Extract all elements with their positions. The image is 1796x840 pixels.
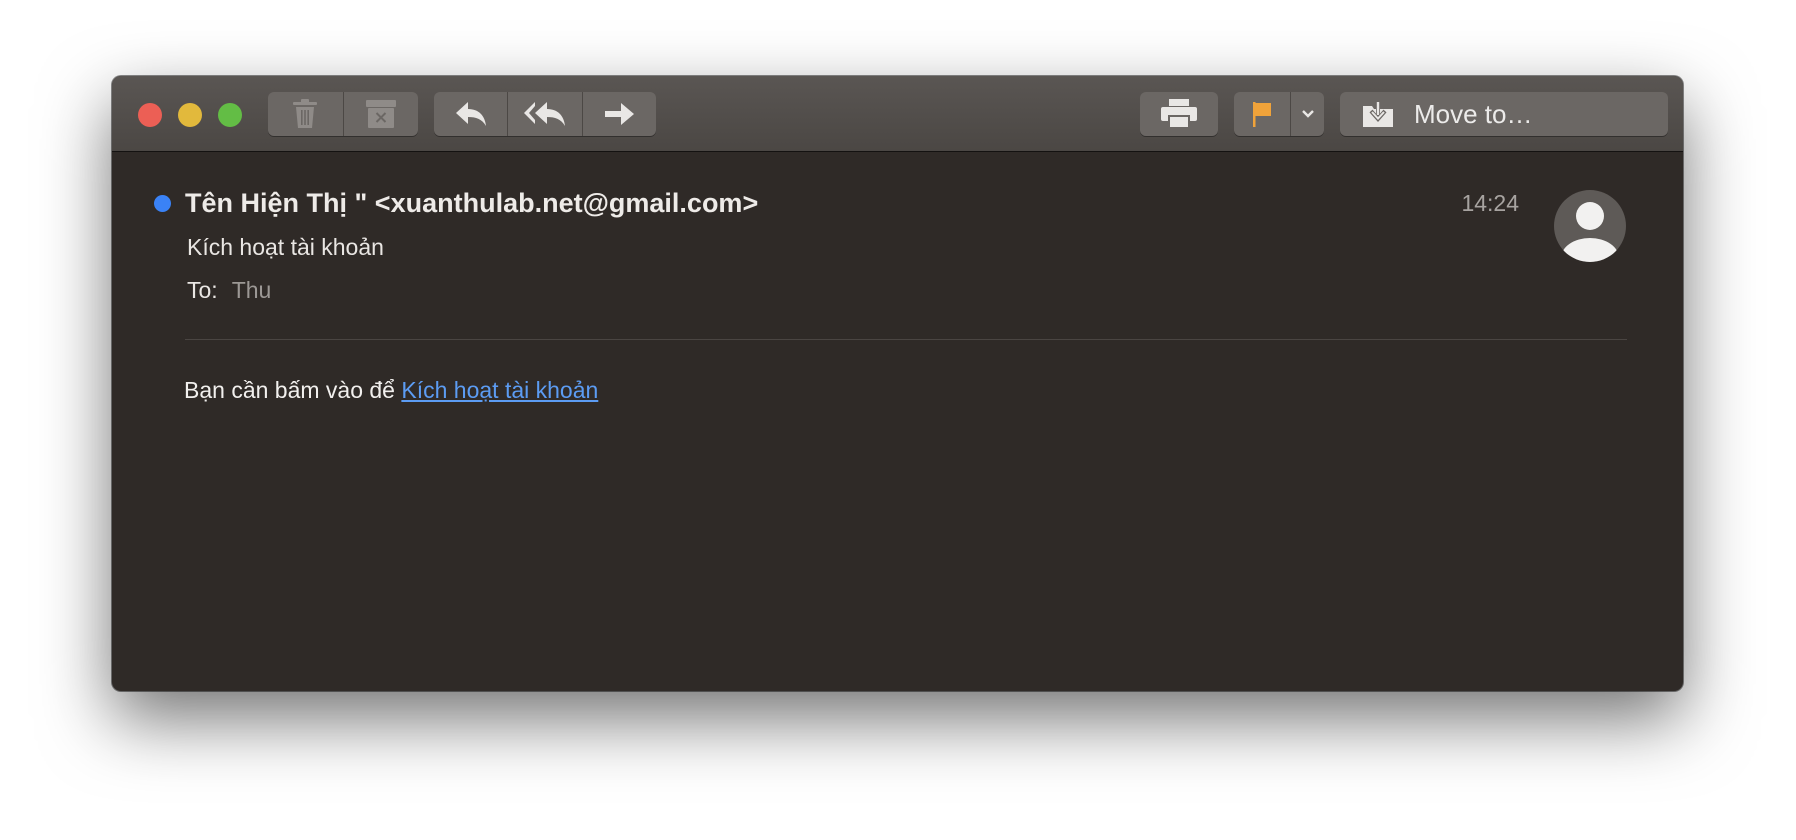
minimize-window-button[interactable] [178, 103, 202, 127]
flag-button[interactable] [1234, 92, 1292, 136]
reply-group [434, 92, 656, 136]
message-body: Bạn cần bấm vào để Kích hoạt tài khoản [184, 377, 598, 404]
header-divider [185, 339, 1627, 340]
print-button[interactable] [1140, 92, 1218, 136]
reply-all-icon [523, 102, 565, 126]
forward-icon [605, 103, 635, 125]
unread-dot-icon [154, 195, 171, 212]
flag-group [1234, 92, 1324, 136]
printer-icon [1161, 99, 1197, 129]
mail-message-window: Move to… Tên Hiện Thị " <xuanthulab.net@… [112, 76, 1683, 691]
move-to-icon [1363, 100, 1393, 127]
message-time: 14:24 [1461, 190, 1519, 216]
delete-archive-group [268, 92, 418, 136]
trash-icon [293, 99, 318, 128]
archive-icon [365, 100, 396, 128]
recipient-row: To: Thu [187, 277, 271, 304]
move-to-button[interactable]: Move to… [1340, 92, 1668, 136]
print-group [1140, 92, 1218, 136]
archive-button[interactable] [344, 92, 419, 136]
body-text: Bạn cần bấm vào để [184, 377, 402, 403]
forward-button[interactable] [583, 92, 656, 136]
move-to-group: Move to… [1340, 92, 1668, 136]
reply-all-button[interactable] [508, 92, 583, 136]
to-label: To: [187, 277, 218, 303]
move-to-label: Move to… [1414, 98, 1533, 129]
flag-menu-button[interactable] [1291, 92, 1324, 136]
zoom-window-button[interactable] [218, 103, 242, 127]
message-viewer: Tên Hiện Thị " <xuanthulab.net@gmail.com… [112, 152, 1683, 691]
avatar-icon [1554, 190, 1626, 262]
chevron-down-icon [1301, 110, 1314, 118]
reply-button[interactable] [434, 92, 509, 136]
flag-icon [1253, 102, 1272, 127]
recipient-name[interactable]: Thu [232, 277, 272, 303]
sender-address[interactable]: Tên Hiện Thị " <xuanthulab.net@gmail.com… [185, 188, 758, 219]
delete-button[interactable] [268, 92, 344, 136]
close-window-button[interactable] [138, 103, 162, 127]
activate-account-link[interactable]: Kích hoạt tài khoản [401, 377, 598, 403]
reply-icon [455, 102, 486, 126]
toolbar: Move to… [112, 76, 1683, 152]
message-subject: Kích hoạt tài khoản [187, 234, 384, 260]
